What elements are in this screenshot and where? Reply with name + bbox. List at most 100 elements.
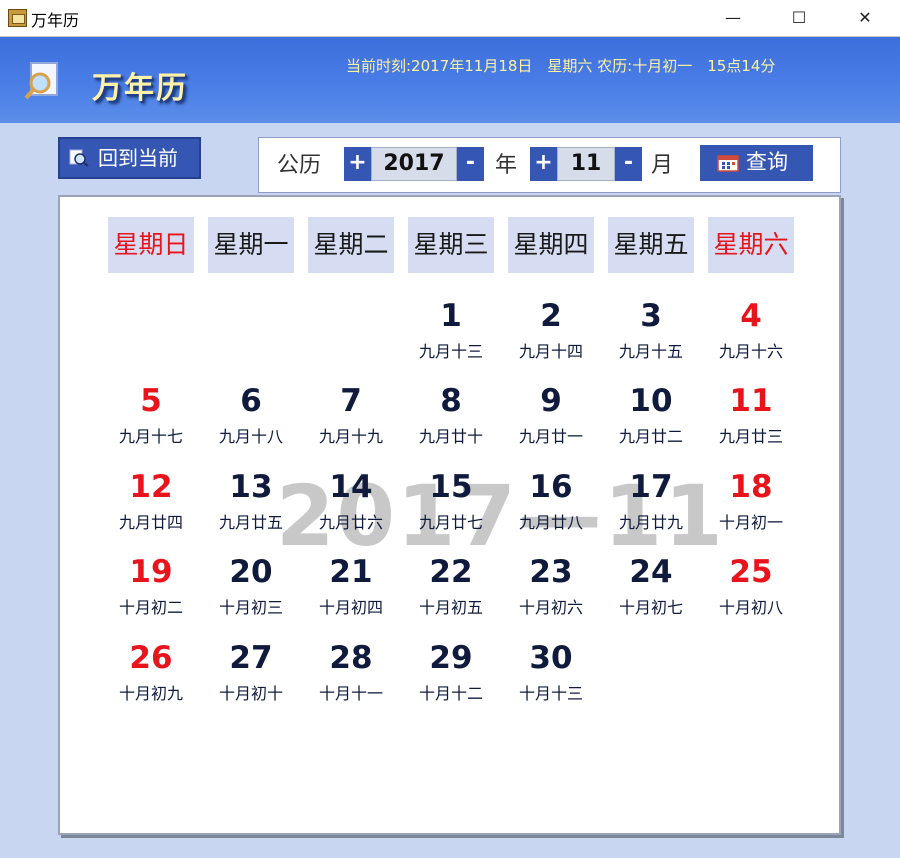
day-number: 20 — [229, 554, 273, 590]
day-cell[interactable]: 3 九月十五 — [601, 298, 701, 384]
day-cell[interactable]: 5 九月十七 — [101, 383, 201, 469]
day-number: 13 — [229, 469, 273, 505]
gregorian-label: 公历 — [277, 153, 322, 178]
day-number: 27 — [229, 640, 273, 676]
lunar-date: 十月初七 — [618, 598, 683, 617]
day-cell[interactable]: 29 十月十二 — [401, 640, 501, 726]
lunar-date: 九月十七 — [118, 427, 183, 446]
lunar-date: 十月初三 — [218, 598, 283, 617]
back-to-today-label: 回到当前 — [98, 146, 178, 170]
lunar-date: 九月廿三 — [718, 427, 783, 446]
lunar-date: 九月廿七 — [418, 513, 483, 532]
lunar-date: 十月初九 — [118, 684, 183, 703]
day-cell[interactable]: 13 九月廿五 — [201, 469, 301, 555]
day-cell[interactable]: 30 十月十三 — [501, 640, 601, 726]
month-input[interactable]: 11 — [557, 147, 615, 181]
weekday-header: 星期日 — [108, 217, 194, 273]
calendar-icon — [717, 155, 739, 172]
day-cell[interactable]: 26 十月初九 — [101, 640, 201, 726]
weekday-header: 星期五 — [608, 217, 694, 273]
query-label: 查询 — [746, 150, 788, 174]
day-number: 30 — [529, 640, 573, 676]
back-icon — [69, 149, 89, 167]
day-cell[interactable]: 15 九月廿七 — [401, 469, 501, 555]
weekday-header: 星期四 — [508, 217, 594, 273]
query-button[interactable]: 查询 — [700, 145, 813, 181]
header-banner: 万年历 当前时刻:2017年11月18日 星期六 农历:十月初一 15点14分 — [0, 37, 900, 123]
day-cell[interactable]: 9 九月廿一 — [501, 383, 601, 469]
day-cell[interactable]: 11 九月廿三 — [701, 383, 801, 469]
lunar-date: 九月十三 — [418, 342, 483, 361]
lunar-date: 九月十六 — [718, 342, 783, 361]
day-number: 10 — [629, 383, 673, 419]
day-number: 2 — [540, 298, 562, 334]
day-number: 22 — [429, 554, 473, 590]
maximize-button[interactable]: ☐ — [776, 0, 822, 36]
close-button[interactable]: ✕ — [842, 0, 888, 36]
day-cell[interactable]: 12 九月廿四 — [101, 469, 201, 555]
lunar-date: 十月初六 — [518, 598, 583, 617]
day-cell[interactable]: 21 十月初四 — [301, 554, 401, 640]
day-cell[interactable]: 28 十月十一 — [301, 640, 401, 726]
current-time-text: 当前时刻:2017年11月18日 星期六 农历:十月初一 15点14分 — [346, 57, 776, 75]
minimize-button[interactable]: — — [710, 0, 756, 36]
lunar-date: 九月十四 — [518, 342, 583, 361]
app-icon — [8, 9, 27, 27]
day-cell[interactable]: 6 九月十八 — [201, 383, 301, 469]
back-to-today-button[interactable]: 回到当前 — [58, 137, 201, 179]
day-number: 7 — [340, 383, 362, 419]
day-number: 14 — [329, 469, 373, 505]
lunar-date: 十月初四 — [318, 598, 383, 617]
lunar-date: 九月廿五 — [218, 513, 283, 532]
day-number: 5 — [140, 383, 162, 419]
day-number: 18 — [729, 469, 773, 505]
year-input[interactable]: 2017 — [371, 147, 457, 181]
weekday-header: 星期一 — [208, 217, 294, 273]
lunar-date: 九月廿二 — [618, 427, 683, 446]
day-cell[interactable]: 7 九月十九 — [301, 383, 401, 469]
year-plus-button[interactable]: + — [344, 147, 371, 181]
day-number: 6 — [240, 383, 262, 419]
day-cell[interactable]: 1 九月十三 — [401, 298, 501, 384]
day-cell[interactable]: 4 九月十六 — [701, 298, 801, 384]
day-number: 9 — [540, 383, 562, 419]
day-cell[interactable]: 14 九月廿六 — [301, 469, 401, 555]
day-cell[interactable]: 17 九月廿九 — [601, 469, 701, 555]
day-number: 17 — [629, 469, 673, 505]
day-number: 8 — [440, 383, 462, 419]
day-number: 3 — [640, 298, 662, 334]
day-cell[interactable]: 24 十月初七 — [601, 554, 701, 640]
day-cell[interactable]: 20 十月初三 — [201, 554, 301, 640]
day-cell[interactable]: 25 十月初八 — [701, 554, 801, 640]
day-number: 21 — [329, 554, 373, 590]
lunar-date: 十月初八 — [718, 598, 783, 617]
lunar-date: 十月初五 — [418, 598, 483, 617]
lunar-date: 十月十二 — [418, 684, 483, 703]
day-cell[interactable]: 23 十月初六 — [501, 554, 601, 640]
month-unit-label: 月 — [651, 153, 674, 178]
day-cell[interactable]: 16 九月廿八 — [501, 469, 601, 555]
date-query-bar: 公历 + 2017 - 年 + 11 - 月 查询 — [258, 137, 841, 193]
month-plus-button[interactable]: + — [530, 147, 557, 181]
day-cell[interactable]: 10 九月廿二 — [601, 383, 701, 469]
day-cell[interactable]: 18 十月初一 — [701, 469, 801, 555]
day-cell[interactable]: 8 九月廿十 — [401, 383, 501, 469]
day-cell[interactable]: 19 十月初二 — [101, 554, 201, 640]
banner-title: 万年历 — [92, 71, 188, 106]
weekday-header: 星期三 — [408, 217, 494, 273]
lunar-date: 九月十八 — [218, 427, 283, 446]
day-number: 26 — [129, 640, 173, 676]
month-minus-button[interactable]: - — [615, 147, 642, 181]
day-cell[interactable]: 2 九月十四 — [501, 298, 601, 384]
window-title: 万年历 — [31, 11, 80, 30]
day-number: 4 — [740, 298, 762, 334]
weekday-header: 星期六 — [708, 217, 794, 273]
day-cell[interactable]: 22 十月初五 — [401, 554, 501, 640]
year-minus-button[interactable]: - — [457, 147, 484, 181]
lunar-date: 十月十三 — [518, 684, 583, 703]
day-number: 11 — [729, 383, 773, 419]
day-number: 16 — [529, 469, 573, 505]
day-number: 15 — [429, 469, 473, 505]
day-cell[interactable]: 27 十月初十 — [201, 640, 301, 726]
lunar-date: 九月十五 — [618, 342, 683, 361]
